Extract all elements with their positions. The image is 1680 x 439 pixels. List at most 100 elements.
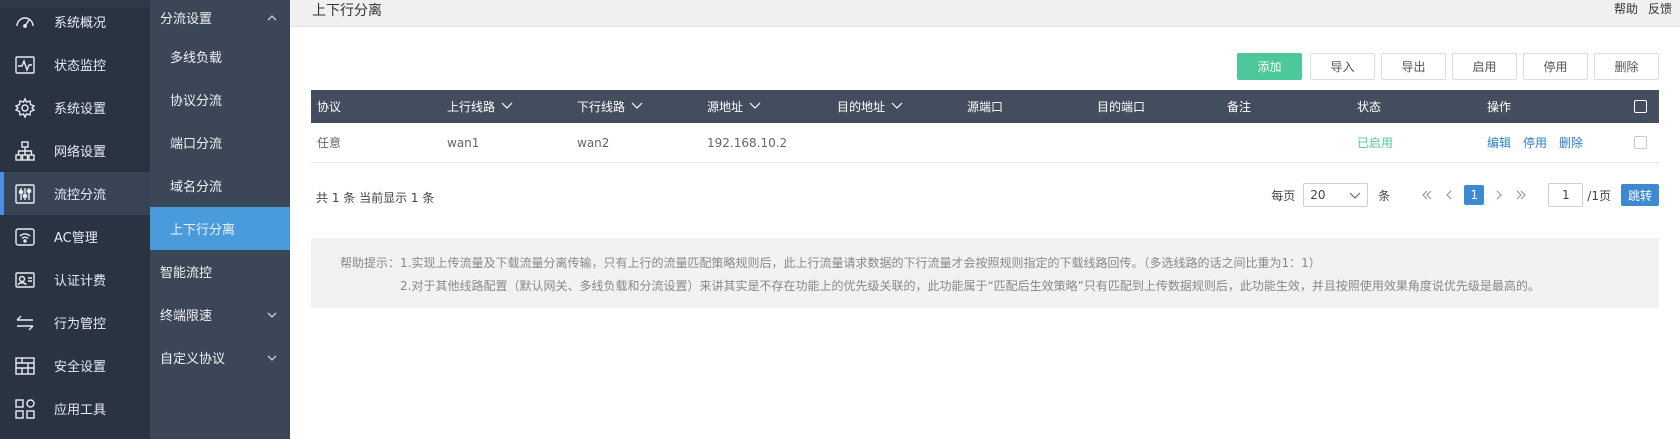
prev-page-icon[interactable] bbox=[1438, 184, 1460, 206]
subnav-label: 上下行分离 bbox=[170, 223, 236, 238]
nav-item-ac-management[interactable]: AC管理 bbox=[0, 215, 150, 258]
col-src-port: 源端口 bbox=[961, 98, 1091, 115]
col-label: 下行线路 bbox=[577, 100, 626, 114]
subnav-item-domain-split[interactable]: 域名分流 bbox=[150, 164, 290, 207]
cell-down-line: wan2 bbox=[577, 135, 610, 150]
sliders-icon bbox=[14, 183, 36, 205]
chevron-down-icon[interactable] bbox=[749, 99, 761, 114]
firewall-icon bbox=[14, 355, 36, 377]
edit-link[interactable]: 编辑 bbox=[1487, 134, 1511, 151]
id-card-icon bbox=[14, 269, 36, 291]
table-row: 任意 wan1 wan2 192.168.10.2 已启用 编辑 停用 删除 bbox=[311, 123, 1659, 163]
col-note: 备注 bbox=[1221, 98, 1351, 115]
last-page-icon[interactable] bbox=[1510, 184, 1532, 206]
row-checkbox[interactable] bbox=[1634, 136, 1647, 149]
col-label: 源地址 bbox=[707, 100, 744, 114]
col-dst-addr[interactable]: 目的地址 bbox=[831, 98, 961, 115]
col-label: 目的地址 bbox=[837, 100, 886, 114]
nav-item-network-settings[interactable]: 网络设置 bbox=[0, 129, 150, 172]
top-bar: 上下行分离 帮助 反馈 bbox=[290, 0, 1680, 27]
nav-item-system-overview[interactable]: 系统概况 bbox=[0, 0, 150, 43]
apps-icon bbox=[14, 398, 36, 420]
col-actions: 操作 bbox=[1481, 98, 1611, 115]
nav-item-status-monitor[interactable]: 状态监控 bbox=[0, 43, 150, 86]
per-page-unit: 条 bbox=[1378, 188, 1391, 203]
feedback-link[interactable]: 反馈 bbox=[1648, 0, 1672, 17]
col-label: 上行线路 bbox=[447, 100, 496, 114]
nav-item-label: 系统设置 bbox=[54, 102, 107, 117]
subnav-label: 自定义协议 bbox=[160, 352, 226, 367]
chevron-down-icon bbox=[267, 312, 277, 318]
col-select-all bbox=[1611, 100, 1659, 113]
next-page-icon[interactable] bbox=[1488, 184, 1510, 206]
subnav-group-terminal-speed-limit[interactable]: 终端限速 bbox=[150, 293, 290, 336]
subnav-item-up-down-separation[interactable]: 上下行分离 bbox=[150, 207, 290, 250]
subnav-item-smart-flow-control[interactable]: 智能流控 bbox=[150, 250, 290, 293]
first-page-icon[interactable] bbox=[1416, 184, 1438, 206]
subnav-item-multiline-load[interactable]: 多线负载 bbox=[150, 35, 290, 78]
col-down-line[interactable]: 下行线路 bbox=[571, 98, 701, 115]
subnav-label: 协议分流 bbox=[170, 94, 223, 109]
chevron-down-icon[interactable] bbox=[631, 99, 643, 114]
select-all-checkbox[interactable] bbox=[1634, 100, 1647, 113]
per-page-value: 20 bbox=[1310, 188, 1326, 202]
col-protocol: 协议 bbox=[311, 98, 441, 115]
chevron-down-icon[interactable] bbox=[891, 99, 903, 114]
nav-item-label: 行为管控 bbox=[54, 317, 107, 332]
table-header: 协议 上行线路 下行线路 源地址 目的地址 源端口 目的端口 备注 状态 操作 bbox=[311, 90, 1659, 123]
pagination: 每页 20 条 1 1 /1页 跳转 bbox=[1271, 183, 1659, 207]
subnav-item-port-split[interactable]: 端口分流 bbox=[150, 121, 290, 164]
nav-item-security-settings[interactable]: 安全设置 bbox=[0, 344, 150, 387]
disable-link[interactable]: 停用 bbox=[1523, 134, 1547, 151]
col-label: 目的端口 bbox=[1097, 100, 1146, 114]
delete-link[interactable]: 删除 bbox=[1559, 134, 1583, 151]
subnav-label: 分流设置 bbox=[160, 12, 213, 27]
nav-item-label: 认证计费 bbox=[54, 274, 107, 289]
col-label: 操作 bbox=[1487, 100, 1512, 114]
subnav-group-custom-protocol[interactable]: 自定义协议 bbox=[150, 336, 290, 379]
jump-button[interactable]: 跳转 bbox=[1620, 184, 1659, 206]
chevron-down-icon bbox=[267, 355, 277, 361]
disable-button[interactable]: 停用 bbox=[1523, 53, 1588, 80]
subnav-item-protocol-split[interactable]: 协议分流 bbox=[150, 78, 290, 121]
nav-item-label: 网络设置 bbox=[54, 145, 107, 160]
per-page-select[interactable]: 20 bbox=[1303, 183, 1369, 207]
col-src-addr[interactable]: 源地址 bbox=[701, 98, 831, 115]
col-label: 备注 bbox=[1227, 100, 1252, 114]
cell-src-addr: 192.168.10.2 bbox=[707, 135, 788, 150]
nav-item-system-settings[interactable]: 系统设置 bbox=[0, 86, 150, 129]
nav-item-auth-billing[interactable]: 认证计费 bbox=[0, 258, 150, 301]
subnav-group-traffic-split[interactable]: 分流设置 bbox=[150, 0, 290, 35]
record-summary: 共 1 条 当前显示 1 条 bbox=[316, 191, 435, 205]
subnav-label: 域名分流 bbox=[170, 180, 223, 195]
help-tip-panel: 帮助提示：1.实现上传流量及下载流量分离传输，只有上行的流量匹配策略规则后，此上… bbox=[311, 238, 1659, 308]
delete-button[interactable]: 删除 bbox=[1594, 53, 1659, 80]
nav-item-app-tools[interactable]: 应用工具 bbox=[0, 387, 150, 430]
export-button[interactable]: 导出 bbox=[1381, 53, 1446, 80]
import-button[interactable]: 导入 bbox=[1310, 53, 1375, 80]
nav-item-label: 状态监控 bbox=[54, 59, 107, 74]
goto-page-input[interactable]: 1 bbox=[1548, 183, 1584, 207]
top-links: 帮助 反馈 bbox=[1614, 0, 1672, 17]
help-tip-line: 2.对于其他线路配置（默认网关、多线负载和分流设置）来讲其实是不存在功能上的优先… bbox=[400, 279, 1540, 293]
nav-item-label: 系统概况 bbox=[54, 16, 107, 31]
help-tip-line: 帮助提示：1.实现上传流量及下载流量分离传输，只有上行的流量匹配策略规则后，此上… bbox=[340, 256, 1321, 270]
dashboard-icon bbox=[14, 11, 36, 33]
nav-item-traffic-control[interactable]: 流控分流 bbox=[0, 172, 150, 215]
primary-sidebar: 系统概况 状态监控 系统设置 网络设置 流控分流 AC管理 认证计费 行为管控 … bbox=[0, 0, 150, 439]
pulse-icon bbox=[14, 54, 36, 76]
status-badge: 已启用 bbox=[1357, 136, 1394, 150]
total-pages: /1页 bbox=[1587, 188, 1611, 203]
add-button[interactable]: 添加 bbox=[1237, 53, 1302, 80]
nav-item-behavior-control[interactable]: 行为管控 bbox=[0, 301, 150, 344]
help-link[interactable]: 帮助 bbox=[1614, 0, 1638, 17]
enable-button[interactable]: 启用 bbox=[1452, 53, 1517, 80]
cell-up-line: wan1 bbox=[447, 135, 480, 150]
col-dst-port: 目的端口 bbox=[1091, 98, 1221, 115]
action-toolbar: 添加 导入 导出 启用 停用 删除 bbox=[1237, 53, 1659, 80]
current-page-button[interactable]: 1 bbox=[1464, 185, 1485, 205]
nav-item-label: 安全设置 bbox=[54, 360, 107, 375]
wifi-icon bbox=[14, 226, 36, 248]
chevron-down-icon[interactable] bbox=[501, 99, 513, 114]
col-up-line[interactable]: 上行线路 bbox=[441, 98, 571, 115]
